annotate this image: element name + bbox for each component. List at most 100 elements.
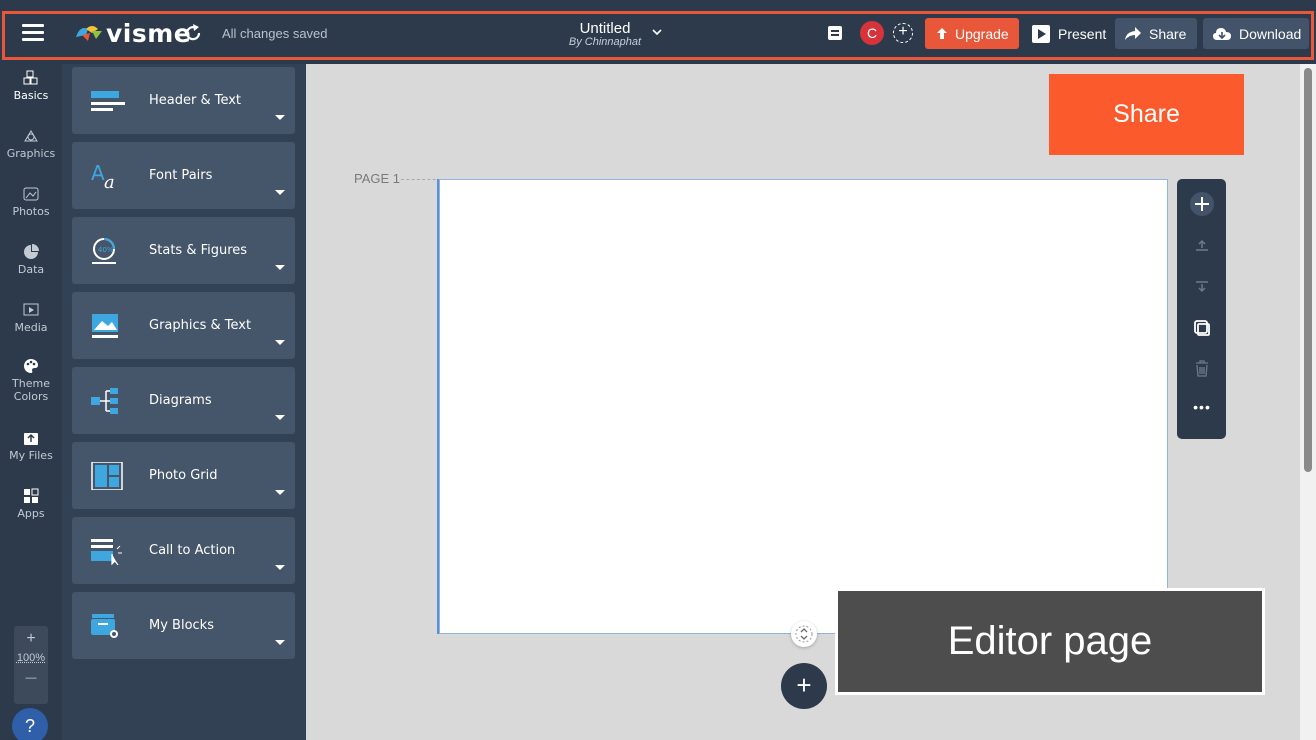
share-callout: Share — [1049, 74, 1244, 155]
rail-label: My Files — [9, 449, 53, 462]
document-author: By Chinnaphat — [568, 36, 642, 48]
page-scroll-handle-icon[interactable] — [791, 621, 817, 647]
editor-page-callout: Editor page — [835, 588, 1265, 695]
svg-text:a: a — [104, 172, 115, 190]
zoom-level[interactable]: 100% — [14, 652, 48, 664]
download-button[interactable]: Download — [1203, 18, 1309, 49]
block-label: Font Pairs — [149, 168, 213, 183]
font-pairs-icon: Aa — [91, 162, 115, 190]
graphics-text-icon — [92, 314, 118, 338]
block-label: Diagrams — [149, 393, 212, 408]
logo-text: visme — [106, 18, 192, 48]
present-button[interactable]: Present — [1024, 18, 1110, 49]
block-label: Graphics & Text — [149, 318, 252, 333]
delete-page-icon[interactable] — [1189, 355, 1215, 381]
cloud-download-icon — [1213, 27, 1231, 40]
upgrade-label: Upgrade — [955, 25, 1009, 42]
duplicate-page-icon[interactable] — [1189, 315, 1215, 341]
block-stats-figures[interactable]: 40% Stats & Figures — [72, 217, 295, 284]
block-label: My Blocks — [149, 618, 214, 633]
avatar[interactable]: C — [860, 21, 884, 45]
share-button[interactable]: Share — [1115, 18, 1197, 49]
rail-item-graphics[interactable]: Graphics — [0, 128, 62, 160]
diagram-icon — [91, 388, 118, 414]
palette-icon — [24, 359, 38, 373]
page-toolbar: ••• — [1177, 179, 1226, 439]
rail-item-theme-colors[interactable]: Theme Colors — [0, 358, 62, 403]
block-my-blocks[interactable]: My Blocks — [72, 592, 295, 659]
upload-folder-icon — [24, 433, 38, 445]
block-label: Photo Grid — [149, 468, 218, 483]
add-page-icon[interactable] — [1189, 191, 1215, 217]
block-label: Header & Text — [149, 93, 242, 108]
zoom-control: + 100% — — [14, 626, 48, 704]
share-label: Share — [1149, 25, 1187, 42]
download-label: Download — [1239, 25, 1302, 42]
help-button[interactable]: ? — [12, 708, 48, 740]
header-text-icon — [91, 91, 125, 111]
apps-grid-icon — [24, 488, 39, 503]
rail-label: Graphics — [6, 147, 56, 160]
vertical-scrollbar[interactable] — [1300, 64, 1316, 740]
rail-item-data[interactable]: Data — [0, 244, 62, 276]
caret-down-icon[interactable] — [275, 190, 285, 195]
block-graphics-text[interactable]: Graphics & Text — [72, 292, 295, 359]
rail-label-2: Colors — [13, 390, 49, 403]
hamburger-menu-icon[interactable] — [22, 24, 44, 42]
zoom-in-button[interactable]: + — [14, 630, 48, 648]
call-to-action-icon — [91, 539, 122, 565]
present-label: Present — [1058, 25, 1107, 42]
editor-page[interactable] — [439, 179, 1168, 634]
photo-grid-icon — [91, 462, 123, 490]
block-label: Stats & Figures — [149, 243, 248, 258]
document-title[interactable]: Untitled — [540, 20, 670, 37]
caret-down-icon[interactable] — [275, 490, 285, 495]
save-status: All changes saved — [222, 26, 328, 41]
scrollbar-thumb[interactable] — [1304, 68, 1312, 472]
my-blocks-icon — [91, 614, 118, 638]
rail-label: Theme — [12, 377, 50, 390]
visme-logo[interactable]: visme — [74, 18, 192, 48]
stat-thumb-text: 40% — [98, 246, 114, 254]
move-page-down-icon[interactable] — [1189, 273, 1215, 299]
play-icon — [1032, 24, 1050, 43]
pie-chart-icon — [24, 244, 39, 259]
caret-down-icon[interactable] — [275, 265, 285, 270]
upgrade-button[interactable]: Upgrade — [925, 18, 1019, 49]
page-label-divider — [401, 179, 441, 180]
svg-text:A: A — [91, 162, 105, 185]
caret-down-icon[interactable] — [275, 565, 285, 570]
caret-down-icon[interactable] — [275, 415, 285, 420]
block-label: Call to Action — [149, 543, 236, 558]
caret-down-icon[interactable] — [275, 115, 285, 120]
comment-icon[interactable] — [828, 26, 842, 40]
stats-gauge-icon: 40% — [92, 238, 116, 264]
left-rail: Basics Graphics Photos Data Media Theme … — [0, 64, 62, 740]
share-arrow-icon — [1125, 26, 1141, 40]
caret-down-icon[interactable] — [275, 340, 285, 345]
block-photo-grid[interactable]: Photo Grid — [72, 442, 295, 509]
rail-item-photos[interactable]: Photos — [0, 186, 62, 218]
graphics-icon — [24, 130, 38, 142]
chevron-down-icon[interactable] — [652, 28, 662, 36]
zoom-out-button[interactable]: — — [14, 672, 48, 684]
redo-icon[interactable] — [184, 23, 204, 43]
rail-item-apps[interactable]: Apps — [0, 488, 62, 520]
add-collaborator-icon[interactable]: + — [893, 23, 913, 43]
top-bar: visme All changes saved Untitled By Chin… — [0, 0, 1316, 64]
more-options-icon[interactable]: ••• — [1189, 399, 1215, 425]
block-font-pairs[interactable]: Aa Font Pairs — [72, 142, 295, 209]
rail-item-my-files[interactable]: My Files — [0, 430, 62, 462]
block-header-text[interactable]: Header & Text — [72, 67, 295, 134]
rail-item-basics[interactable]: Basics — [0, 70, 62, 102]
rail-label: Basics — [13, 89, 49, 102]
photo-icon — [23, 187, 39, 201]
block-diagrams[interactable]: Diagrams — [72, 367, 295, 434]
rail-label: Media — [14, 321, 48, 334]
add-page-button[interactable]: + — [781, 663, 827, 709]
move-page-up-icon[interactable] — [1189, 233, 1215, 259]
rail-item-media[interactable]: Media — [0, 302, 62, 334]
block-call-to-action[interactable]: Call to Action — [72, 517, 295, 584]
caret-down-icon[interactable] — [275, 640, 285, 645]
rail-label: Photos — [12, 205, 50, 218]
